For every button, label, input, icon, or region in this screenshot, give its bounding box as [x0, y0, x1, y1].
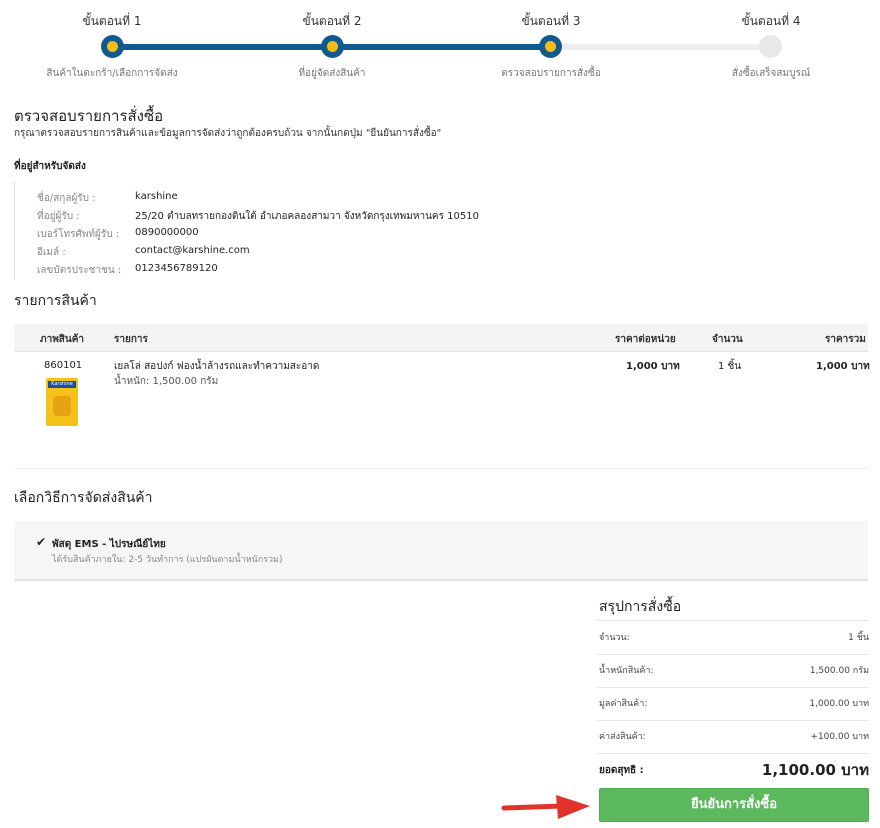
summary-weight-label: น้ำหนักสินค้า:: [599, 666, 654, 676]
product-weight: น้ำหนัก: 1,500.00 กรัม: [114, 376, 219, 387]
confirm-order-button[interactable]: ยืนยันการสั่งซื้อ: [599, 788, 869, 822]
summary-shipping-value: +100.00 บาท: [810, 732, 869, 742]
address-value: 0123456789120: [135, 263, 218, 274]
address-value: karshine: [135, 191, 178, 202]
step-1-subtitle: สินค้าในตะกร้า/เลือกการจัดส่ง: [46, 68, 178, 79]
shipping-address-title: ที่อยู่สำหรับจัดส่ง: [14, 161, 86, 172]
summary-divider: [597, 687, 869, 688]
step-4-title: ขั้นตอนที่ 4: [741, 14, 801, 28]
summary-title: สรุปการสั่งซื้อ: [599, 599, 682, 615]
step-1-dot: [107, 41, 118, 52]
step-2-node: [321, 35, 344, 58]
product-image-brand: Karshine: [48, 381, 76, 388]
address-label: ชื่อ/สกุลผู้รับ :: [37, 193, 96, 204]
address-label: ที่อยู่ผู้รับ :: [37, 211, 80, 222]
shipping-method-name: พัสดุ EMS - ไปรษณีย์ไทย: [52, 539, 166, 550]
col-item: รายการ: [114, 334, 148, 345]
address-label: เลขบัตรประชาชน :: [37, 265, 122, 276]
address-value: 25/20 ตำบลทรายกองดินใต้ อำเภอคลองสามวา จ…: [135, 211, 479, 222]
step-2-title: ขั้นตอนที่ 2: [302, 14, 362, 28]
sponge-icon: [53, 396, 71, 416]
address-value: contact@karshine.com: [135, 245, 250, 256]
address-value: 0890000000: [135, 227, 199, 238]
step-4-subtitle: สั่งซื้อเสร็จสมบูรณ์: [731, 68, 811, 79]
summary-subtotal-value: 1,000.00 บาท: [809, 699, 869, 709]
product-name[interactable]: เยลโล่ สอปงก์ ฟองน้ำล้างรถและทำความสะอาด: [114, 359, 319, 374]
summary-divider: [597, 720, 869, 721]
product-image[interactable]: Karshine: [44, 376, 80, 428]
stepper-progress-remaining: [550, 44, 770, 50]
col-total: ราคารวม: [825, 334, 866, 345]
step-3-subtitle: ตรวจสอบรายการสั่งซื้อ: [501, 68, 601, 79]
step-2-subtitle: ที่อยู่จัดส่งสินค้า: [298, 68, 366, 79]
step-1-title: ขั้นตอนที่ 1: [82, 14, 142, 28]
step-2-dot: [327, 41, 338, 52]
summary-qty-value: 1 ชิ้น: [848, 633, 869, 643]
col-unit-price: ราคาต่อหน่วย: [615, 334, 676, 345]
step-4-node: [759, 35, 782, 58]
col-image: ภาพสินค้า: [40, 334, 85, 345]
page-description: กรุณาตรวจสอบรายการสินค้าและข้อมูลการจัดส…: [14, 128, 442, 139]
shipping-address-block: ชื่อ/สกุลผู้รับ : karshine ที่อยู่ผู้รับ…: [14, 182, 614, 280]
shipping-method-description: ได้รับสินค้าภายใน: 2-5 วันทำการ (แปรผันต…: [52, 555, 283, 565]
checkout-stepper: ขั้นตอนที่ 1 สินค้าในตะกร้า/เลือกการจัดส…: [0, 0, 880, 90]
summary-divider: [597, 654, 869, 655]
summary-weight-value: 1,500.00 กรัม: [809, 666, 869, 676]
step-3-dot: [545, 41, 556, 52]
check-icon: ✔: [36, 535, 47, 549]
products-title: รายการสินค้า: [14, 293, 97, 309]
address-label: เบอร์โทรศัพท์ผู้รับ :: [37, 229, 120, 240]
step-1-node: [101, 35, 124, 58]
step-3-title: ขั้นตอนที่ 3: [521, 14, 581, 28]
shipping-method-option[interactable]: ✔ พัสดุ EMS - ไปรษณีย์ไทย ได้รับสินค้าภา…: [14, 521, 868, 581]
product-qty: 1 ชิ้น: [718, 361, 742, 372]
summary-shipping-label: ค่าส่งสินค้า:: [599, 732, 646, 742]
product-unit-price: 1,000 บาท: [626, 361, 680, 372]
section-divider: [14, 468, 868, 469]
summary-subtotal-label: มูลค่าสินค้า:: [599, 699, 648, 709]
shipping-method-title: เลือกวิธีการจัดส่งสินค้า: [14, 490, 153, 506]
product-total: 1,000 บาท: [816, 361, 870, 372]
summary-total-value: 1,100.00 บาท: [761, 761, 869, 779]
pointer-arrow-icon: [501, 795, 590, 819]
col-qty: จำนวน: [712, 334, 743, 345]
products-table-header: ภาพสินค้า รายการ ราคาต่อหน่วย จำนวน ราคา…: [14, 324, 868, 352]
address-label: อีเมล์ :: [37, 247, 66, 258]
step-3-node: [539, 35, 562, 58]
product-sku: 860101: [44, 360, 83, 371]
sponge-package-icon: Karshine: [46, 378, 78, 426]
summary-qty-label: จำนวน:: [599, 633, 630, 643]
summary-divider: [597, 753, 869, 754]
summary-divider: [597, 620, 869, 621]
summary-total-label: ยอดสุทธิ :: [599, 765, 644, 776]
page-title: ตรวจสอบรายการสั่งซื้อ: [14, 107, 164, 125]
